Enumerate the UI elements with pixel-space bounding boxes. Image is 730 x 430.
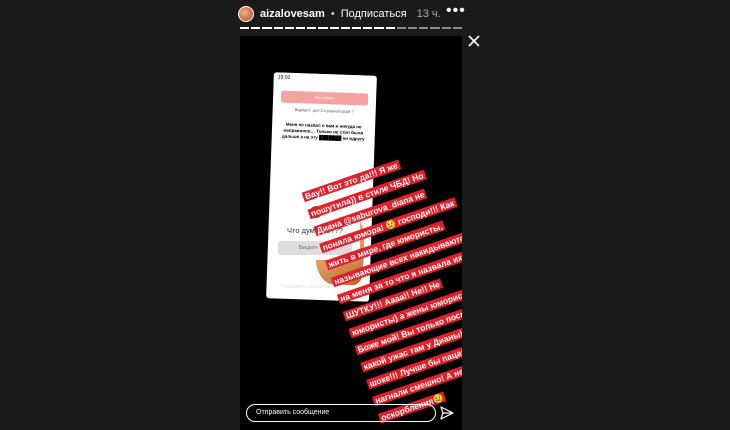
reply-input[interactable]: Отправить сообщение	[246, 404, 436, 422]
pink-button: Что нового	[280, 90, 369, 106]
user-info: aizalovesam • Подписаться 13 ч.	[238, 6, 441, 22]
embedded-send-label: Отправить сообщение	[281, 284, 334, 290]
more-options-icon[interactable]: •••	[446, 3, 466, 19]
status-time: 19:02	[277, 74, 291, 81]
story-progress	[240, 27, 463, 29]
avatar[interactable]	[238, 6, 254, 22]
story-viewer[interactable]: 19:02 Что нового Вариант: для 2-х разног…	[240, 36, 462, 430]
follow-button[interactable]: Подписаться	[341, 8, 407, 20]
timestamp: 13 ч.	[416, 8, 441, 20]
send-icon[interactable]	[440, 406, 454, 420]
username[interactable]: aizalovesam	[260, 8, 325, 20]
separator-dot: •	[330, 8, 335, 20]
camera-icon	[270, 283, 277, 291]
screenshot-message: Меня не назвал я вам и никуда не направл…	[281, 121, 365, 142]
close-icon[interactable]	[467, 34, 481, 48]
